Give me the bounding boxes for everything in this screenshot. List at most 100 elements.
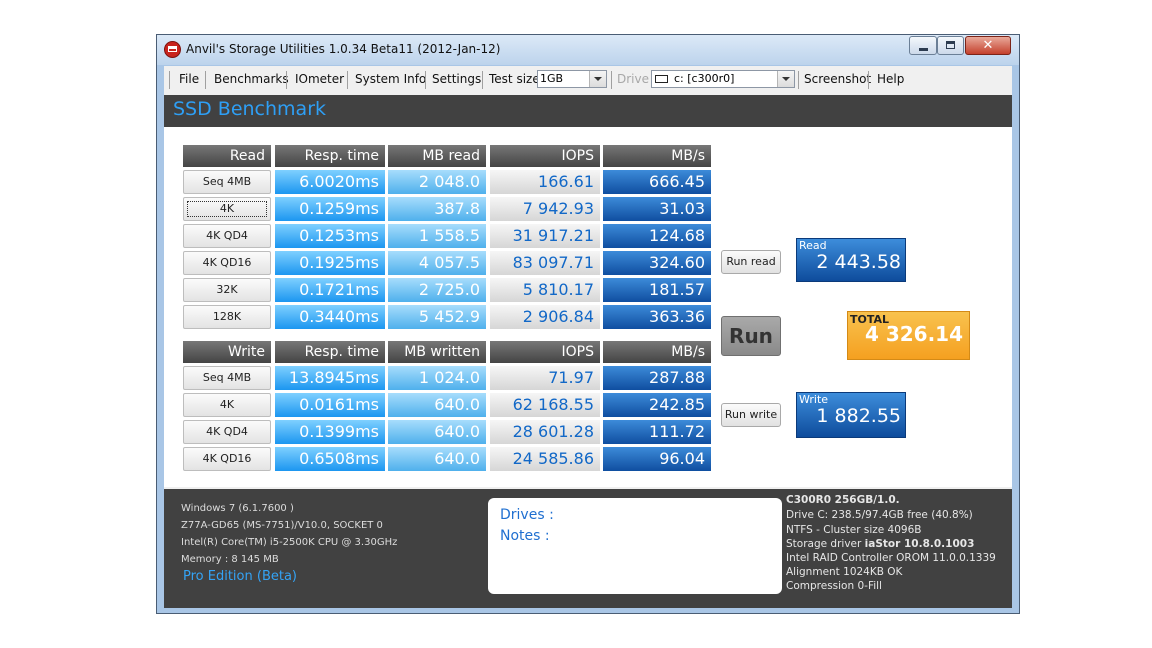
read-score-value: 2 443.58 bbox=[816, 251, 901, 273]
run-button[interactable]: Run bbox=[721, 316, 781, 356]
read-mbs-cell: 124.68 bbox=[603, 224, 711, 248]
page-title: SSD Benchmark bbox=[173, 98, 327, 120]
write-test-seq4mb-button[interactable]: Seq 4MB bbox=[183, 366, 271, 390]
run-write-button[interactable]: Run write bbox=[721, 403, 781, 427]
storage-driver-name: iaStor 10.8.0.1003 bbox=[864, 538, 975, 550]
write-mbs-cell: 96.04 bbox=[603, 447, 711, 471]
window-title: Anvil's Storage Utilities 1.0.34 Beta11 … bbox=[186, 42, 501, 56]
write-header: Write bbox=[183, 341, 271, 363]
write-iops-cell: 28 601.28 bbox=[490, 420, 600, 444]
test-size-label: Test size bbox=[489, 72, 540, 86]
read-resp-header: Resp. time bbox=[275, 145, 385, 167]
write-iops-cell: 24 585.86 bbox=[490, 447, 600, 471]
drive-space: Drive C: 238.5/97.4GB free (40.8%) bbox=[786, 509, 973, 521]
read-resp-cell: 0.1253ms bbox=[275, 224, 385, 248]
read-mbs-header: MB/s bbox=[603, 145, 711, 167]
read-resp-cell: 6.0020ms bbox=[275, 170, 385, 194]
drive-value: c: [c300r0] bbox=[674, 72, 735, 85]
write-test-4k-button[interactable]: 4K bbox=[183, 393, 271, 417]
menu-separator bbox=[482, 71, 483, 89]
write-mbs-cell: 287.88 bbox=[603, 366, 711, 390]
read-mb-cell: 4 057.5 bbox=[388, 251, 486, 275]
read-test-4kqd4-button[interactable]: 4K QD4 bbox=[183, 224, 271, 248]
write-iops-cell: 62 168.55 bbox=[490, 393, 600, 417]
anvil-app-icon bbox=[164, 41, 181, 58]
test-size-select[interactable]: 1GB bbox=[537, 70, 607, 88]
page-header: SSD Benchmark bbox=[164, 95, 1012, 127]
write-score-value: 1 882.55 bbox=[816, 405, 901, 427]
read-iops-cell: 166.61 bbox=[490, 170, 600, 194]
app-window: Anvil's Storage Utilities 1.0.34 Beta11 … bbox=[156, 34, 1020, 614]
read-resp-cell: 0.1925ms bbox=[275, 251, 385, 275]
drives-label: Drives : bbox=[500, 507, 554, 523]
maximize-button[interactable] bbox=[937, 36, 964, 55]
read-mbs-cell: 666.45 bbox=[603, 170, 711, 194]
write-resp-cell: 0.0161ms bbox=[275, 393, 385, 417]
test-size-value: 1GB bbox=[540, 72, 564, 85]
read-mb-cell: 5 452.9 bbox=[388, 305, 486, 329]
read-iops-cell: 31 917.21 bbox=[490, 224, 600, 248]
write-test-4kqd4-button[interactable]: 4K QD4 bbox=[183, 420, 271, 444]
client-area: File Benchmarks IOmeter System Info Sett… bbox=[164, 66, 1012, 608]
menu-separator bbox=[868, 71, 869, 89]
menu-help[interactable]: Help bbox=[877, 72, 904, 86]
storage-driver: Storage driver iaStor 10.8.0.1003 bbox=[786, 538, 974, 550]
read-header: Read bbox=[183, 145, 271, 167]
menu-settings[interactable]: Settings bbox=[432, 72, 481, 86]
read-iops-header: IOPS bbox=[490, 145, 600, 167]
close-button[interactable]: ✕ bbox=[965, 36, 1011, 55]
board-info: Z77A-GD65 (MS-7751)/V10.0, SOCKET 0 bbox=[181, 520, 383, 531]
title-bar[interactable]: Anvil's Storage Utilities 1.0.34 Beta11 … bbox=[157, 35, 1019, 65]
menu-screenshot[interactable]: Screenshot bbox=[804, 72, 871, 86]
read-mbs-cell: 181.57 bbox=[603, 278, 711, 302]
menu-bar: File Benchmarks IOmeter System Info Sett… bbox=[164, 66, 1012, 93]
raid-controller: Intel RAID Controller OROM 11.0.0.1339 bbox=[786, 552, 996, 564]
edition-label: Pro Edition (Beta) bbox=[183, 569, 297, 584]
menu-separator bbox=[205, 71, 206, 89]
menu-system-info[interactable]: System Info bbox=[355, 72, 426, 86]
info-footer: Windows 7 (6.1.7600 ) Z77A-GD65 (MS-7751… bbox=[164, 489, 1012, 608]
read-mb-header: MB read bbox=[388, 145, 486, 167]
read-resp-cell: 0.1721ms bbox=[275, 278, 385, 302]
write-resp-cell: 0.6508ms bbox=[275, 447, 385, 471]
read-mb-cell: 387.8 bbox=[388, 197, 486, 221]
menu-benchmarks[interactable]: Benchmarks bbox=[214, 72, 289, 86]
total-score-box: TOTAL 4 326.14 bbox=[847, 311, 970, 360]
chevron-down-icon[interactable] bbox=[589, 71, 606, 87]
total-score-value: 4 326.14 bbox=[864, 322, 963, 346]
write-mbs-cell: 242.85 bbox=[603, 393, 711, 417]
read-resp-cell: 0.1259ms bbox=[275, 197, 385, 221]
drive-model: C300R0 256GB/1.0. bbox=[786, 494, 900, 506]
chevron-down-icon[interactable] bbox=[777, 71, 794, 87]
read-test-4kqd16-button[interactable]: 4K QD16 bbox=[183, 251, 271, 275]
read-test-seq4mb-button[interactable]: Seq 4MB bbox=[183, 170, 271, 194]
read-test-4k-button[interactable]: 4K bbox=[183, 197, 271, 221]
read-iops-cell: 2 906.84 bbox=[490, 305, 600, 329]
menu-iometer[interactable]: IOmeter bbox=[295, 72, 344, 86]
run-read-button[interactable]: Run read bbox=[721, 250, 781, 274]
menu-separator bbox=[169, 71, 170, 89]
minimize-button[interactable] bbox=[909, 36, 937, 55]
write-resp-header: Resp. time bbox=[275, 341, 385, 363]
read-resp-cell: 0.3440ms bbox=[275, 305, 385, 329]
read-test-32k-button[interactable]: 32K bbox=[183, 278, 271, 302]
memory-info: Memory : 8 145 MB bbox=[181, 554, 279, 565]
read-mb-cell: 2 048.0 bbox=[388, 170, 486, 194]
storage-driver-label: Storage driver bbox=[786, 538, 862, 550]
notes-box[interactable]: Drives : Notes : bbox=[488, 498, 782, 594]
menu-file[interactable]: File bbox=[179, 72, 199, 86]
drive-label: Drive bbox=[617, 72, 649, 86]
benchmark-panel: Read Resp. time MB read IOPS MB/s Seq 4M… bbox=[164, 127, 1012, 487]
read-mbs-cell: 31.03 bbox=[603, 197, 711, 221]
read-test-128k-button[interactable]: 128K bbox=[183, 305, 271, 329]
write-mb-cell: 640.0 bbox=[388, 420, 486, 444]
write-test-4kqd16-button[interactable]: 4K QD16 bbox=[183, 447, 271, 471]
drive-select[interactable]: c: [c300r0] bbox=[651, 70, 795, 88]
write-mb-cell: 640.0 bbox=[388, 447, 486, 471]
write-mb-cell: 640.0 bbox=[388, 393, 486, 417]
os-info: Windows 7 (6.1.7600 ) bbox=[181, 503, 294, 514]
read-score-box: Read 2 443.58 bbox=[796, 238, 906, 282]
menu-separator bbox=[798, 71, 799, 89]
notes-label: Notes : bbox=[500, 528, 550, 544]
write-mb-cell: 1 024.0 bbox=[388, 366, 486, 390]
